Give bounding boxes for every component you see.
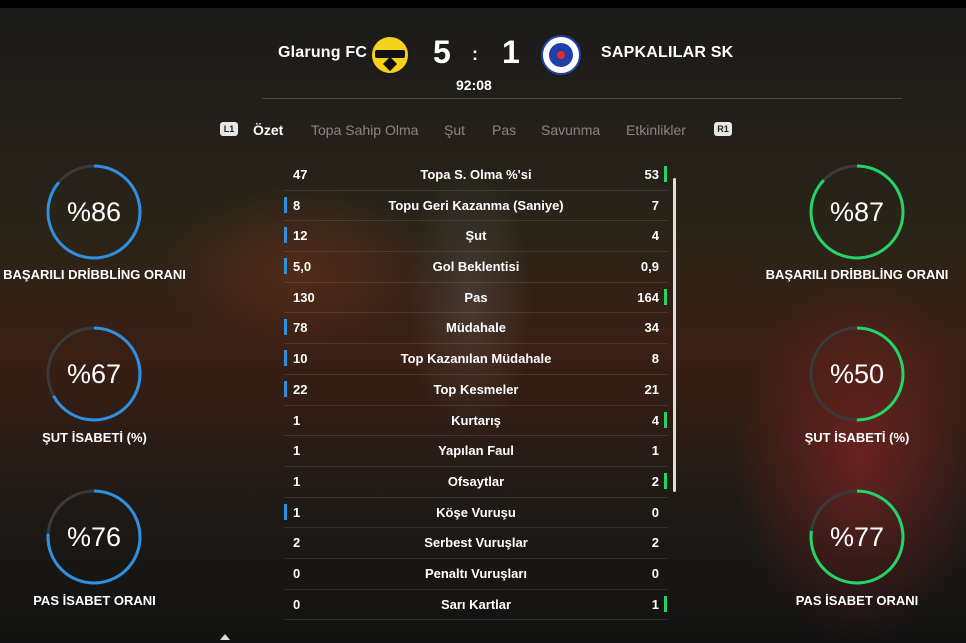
stat-name: Köşe Vuruşu xyxy=(436,504,516,520)
stat-away-value: 21 xyxy=(644,381,659,397)
stat-name: Sarı Kartlar xyxy=(440,596,512,612)
home-dribbling-value: %86 xyxy=(66,197,122,227)
stat-name: Top Kazanılan Müdahale xyxy=(400,351,552,367)
away-leader-marker xyxy=(664,472,667,489)
home-pass-accuracy-label: PAS İSABET ORANI xyxy=(33,593,156,608)
home-team-name: Glarung FC xyxy=(278,44,368,61)
away-dribbling-value: %87 xyxy=(829,197,885,227)
score-separator: : xyxy=(472,44,478,64)
home-shot-accuracy-gauge: %67 xyxy=(45,325,143,423)
stat-away-value: 2 xyxy=(651,535,659,551)
tab-savunma[interactable]: Savunma xyxy=(541,122,600,138)
stats-scrollbar[interactable] xyxy=(673,178,676,492)
top-bar xyxy=(0,0,966,8)
stat-name: Serbest Vuruşlar xyxy=(424,535,528,551)
stat-row: 5,0 Gol Beklentisi 0,9 xyxy=(284,252,668,283)
stat-row: 8 Topu Geri Kazanma (Saniye) 7 xyxy=(284,191,668,222)
away-pass-accuracy-value: %77 xyxy=(829,522,885,552)
stat-name: Topu Geri Kazanma (Saniye) xyxy=(388,197,564,213)
home-dribbling-label: BAŞARILI DRİBBLİNG ORANI xyxy=(3,267,186,282)
stat-name: Müdahale xyxy=(446,320,506,336)
stat-row: 78 Müdahale 34 xyxy=(284,313,668,345)
stat-row: 1 Kurtarış 4 xyxy=(284,406,668,437)
away-shot-accuracy-gauge: %50 xyxy=(808,325,906,423)
stat-row: 2 Serbest Vuruşlar 2 xyxy=(284,528,668,559)
away-leader-marker xyxy=(664,595,667,612)
home-team-crest-icon xyxy=(370,35,410,75)
l1-bumper-icon[interactable]: L1 xyxy=(220,122,238,136)
stat-name: Yapılan Faul xyxy=(438,443,514,459)
away-leader-marker xyxy=(664,288,667,305)
stat-name: Gol Beklentisi xyxy=(432,259,520,275)
home-score: 5 xyxy=(433,34,451,70)
home-shot-accuracy-value: %67 xyxy=(66,359,122,389)
away-shot-accuracy-label: ŞUT İSABETİ (%) xyxy=(804,430,910,445)
stat-away-value: 0 xyxy=(651,565,659,581)
home-dribbling-gauge: %86 xyxy=(45,163,143,261)
stat-away-value: 4 xyxy=(651,412,659,428)
home-pass-accuracy-value: %76 xyxy=(66,522,122,552)
stat-row: 47 Topa S. Olma %'si 53 xyxy=(284,160,668,191)
stat-row: 1 Köşe Vuruşu 0 xyxy=(284,498,668,529)
home-pass-accuracy-gauge: %76 xyxy=(45,488,143,586)
tab-etkinlikler[interactable]: Etkinlikler xyxy=(626,122,686,138)
stat-away-value: 4 xyxy=(651,228,659,244)
stat-row: 0 Sarı Kartlar 1 xyxy=(284,590,668,621)
stat-away-value: 0,9 xyxy=(640,259,659,275)
away-leader-marker xyxy=(664,166,667,182)
away-pass-accuracy-label: PAS İSABET ORANI xyxy=(795,593,919,608)
stat-name: Topa S. Olma %'si xyxy=(420,167,532,182)
stat-row: 1 Ofsaytlar 2 xyxy=(284,467,668,498)
away-team-crest-icon xyxy=(541,35,581,75)
stat-name: Ofsaytlar xyxy=(447,473,505,489)
header-divider xyxy=(262,98,902,99)
tab-ozet[interactable]: Özet xyxy=(253,122,283,138)
stat-away-value: 164 xyxy=(637,289,659,305)
away-dribbling-gauge: %87 xyxy=(808,163,906,261)
stat-away-value: 8 xyxy=(651,351,659,367)
stat-row: 1 Yapılan Faul 1 xyxy=(284,436,668,467)
stat-row: 130 Pas 164 xyxy=(284,283,668,314)
away-leader-marker xyxy=(664,411,667,428)
away-team-name: SAPKALILAR SK xyxy=(601,44,734,61)
tab-pas[interactable]: Pas xyxy=(492,122,516,138)
stat-away-value: 7 xyxy=(651,197,659,213)
stat-name: Top Kesmeler xyxy=(433,381,519,397)
away-pass-accuracy-gauge: %77 xyxy=(808,488,906,586)
scroll-up-caret-icon xyxy=(220,634,230,640)
tab-topa-sahip-olma[interactable]: Topa Sahip Olma xyxy=(311,122,418,138)
away-shot-accuracy-value: %50 xyxy=(829,359,885,389)
stat-name: Pas xyxy=(464,289,488,305)
stat-row: 0 Penaltı Vuruşları 0 xyxy=(284,559,668,590)
stat-away-value: 53 xyxy=(644,167,659,182)
stat-name: Şut xyxy=(465,228,487,244)
stat-row: 22 Top Kesmeler 21 xyxy=(284,375,668,406)
stats-table[interactable]: 4 7 Topa S. Olma %'si 53 8 Topu Geri Kazanma… xyxy=(284,160,668,621)
stat-name: Kurtarış xyxy=(451,412,501,428)
stat-away-value: 1 xyxy=(651,596,659,612)
stat-name: Penaltı Vuruşları xyxy=(424,565,528,581)
stat-away-value: 1 xyxy=(651,443,659,459)
away-dribbling-label: BAŞARILI DRİBBLİNG ORANI xyxy=(765,267,949,282)
match-clock: 92:08 xyxy=(456,77,492,93)
stat-row: 12 Şut 4 xyxy=(284,221,668,253)
away-score: 1 xyxy=(502,34,520,70)
stat-row: 10 Top Kazanılan Müdahale 8 xyxy=(284,344,668,375)
stat-away-value: 34 xyxy=(644,320,659,336)
stat-away-value: 2 xyxy=(651,473,659,489)
stat-away-value: 0 xyxy=(651,504,659,520)
r1-bumper-icon[interactable]: R1 xyxy=(714,122,732,136)
home-shot-accuracy-label: ŞUT İSABETİ (%) xyxy=(42,430,147,445)
tab-sut[interactable]: Şut xyxy=(444,122,465,138)
